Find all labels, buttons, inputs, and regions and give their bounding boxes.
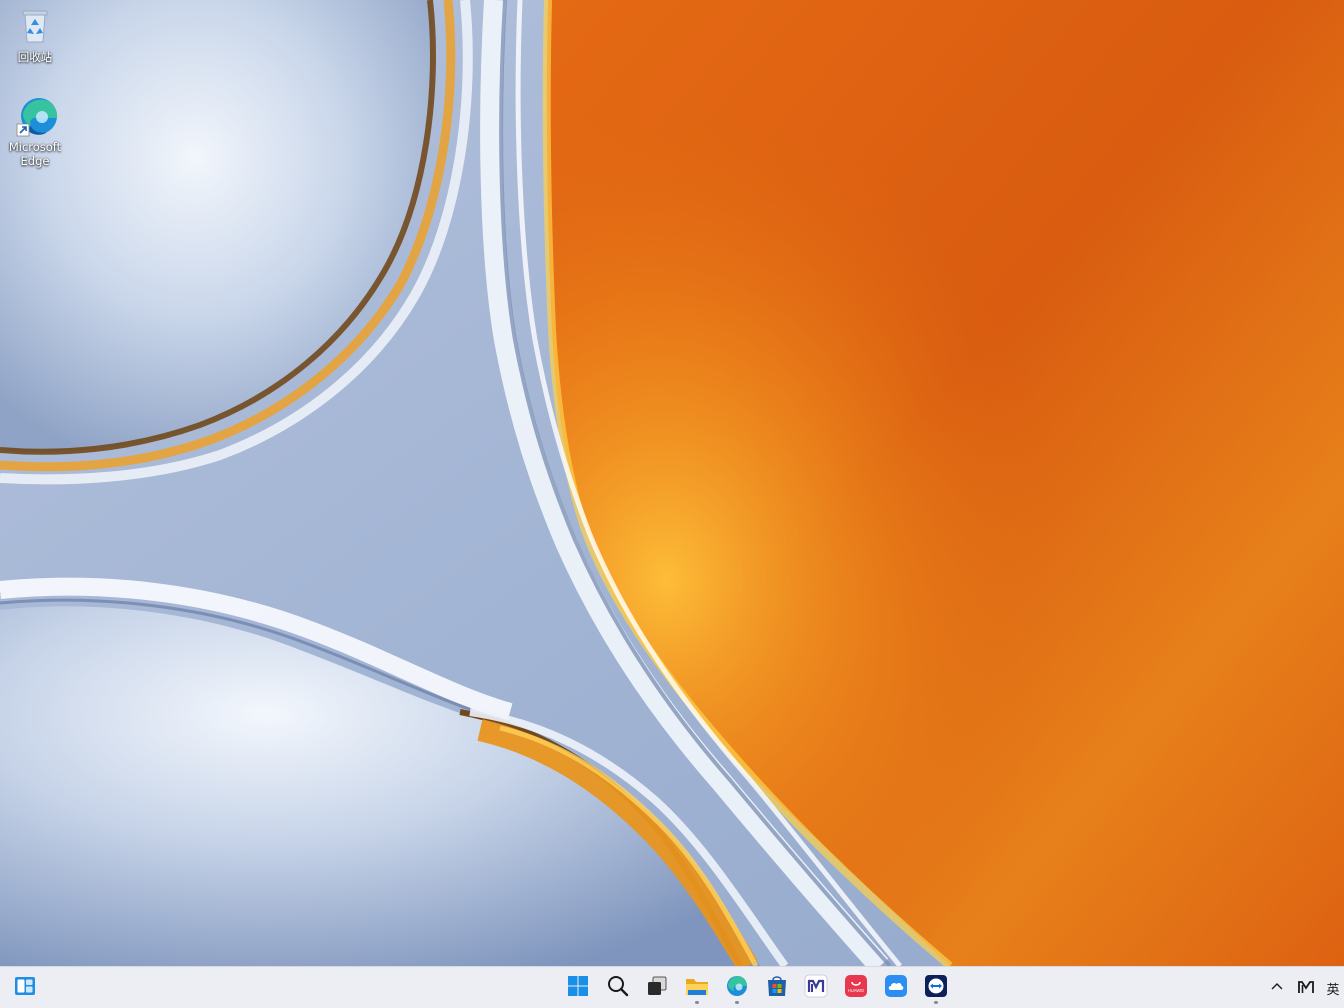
chevron-up-icon [1270,979,1284,998]
appgallery-icon: HUAWEI [844,974,868,1002]
desktop: 回收站 Microsoft Edge [0,0,1344,966]
edge-icon [15,96,58,137]
folder-icon [684,974,710,1002]
desktop-icon-microsoft-edge[interactable]: Microsoft Edge [3,96,67,168]
m-app-icon [804,974,828,1002]
cloud-button[interactable] [878,971,914,1005]
search-icon [607,975,629,1001]
running-indicator [695,1001,699,1004]
desktop-icon-label: Microsoft Edge [8,140,62,168]
teamviewer-icon [924,974,948,1002]
start-button[interactable] [560,971,596,1005]
appgallery-text: HUAWEI [848,988,865,993]
input-method-indicator[interactable]: 英 [1322,975,1344,1001]
tray-m-app-button[interactable] [1293,971,1319,1005]
windows-start-icon [567,975,589,1001]
taskbar: HUAWEI 英 [0,966,1344,1008]
recycle-bin-icon [15,6,55,46]
file-explorer-button[interactable] [679,971,715,1005]
wallpaper [0,0,1344,966]
desktop-icon-label: 回收站 [17,50,53,64]
widgets-icon [13,974,37,1002]
desktop-icon-recycle-bin[interactable]: 回收站 [3,6,67,64]
appgallery-button[interactable]: HUAWEI [838,971,874,1005]
task-view-icon [646,975,668,1001]
task-view-button[interactable] [639,971,675,1005]
teamviewer-button[interactable] [918,971,954,1005]
widgets-button[interactable] [7,971,43,1005]
search-button[interactable] [600,971,636,1005]
store-icon [765,974,789,1002]
store-button[interactable] [759,971,795,1005]
edge-icon [725,974,749,1002]
running-indicator [934,1001,938,1004]
running-indicator [735,1001,739,1004]
m-app-button[interactable] [798,971,834,1005]
show-hidden-icons-button[interactable] [1264,971,1290,1005]
m-app-icon [1298,979,1314,998]
cloud-icon [884,974,908,1002]
edge-taskbar-button[interactable] [719,971,755,1005]
